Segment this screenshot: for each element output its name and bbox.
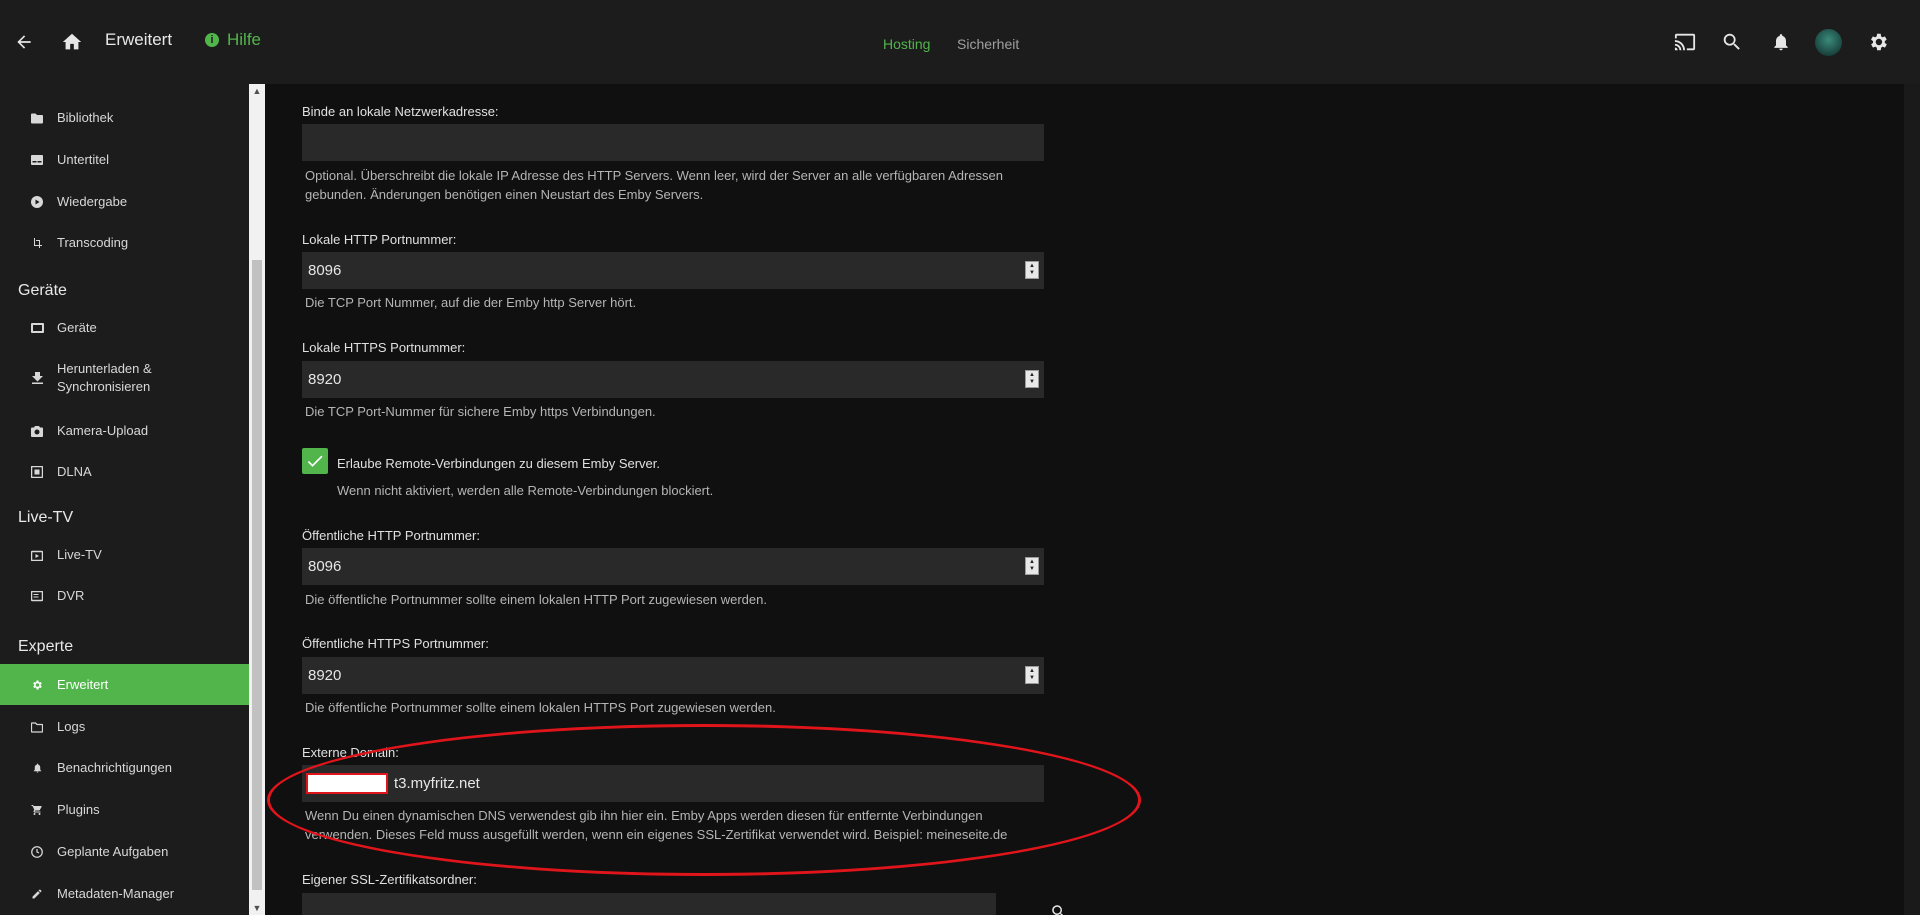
- user-avatar[interactable]: [1815, 29, 1842, 56]
- sidebar-item-kamera-upload[interactable]: Kamera-Upload: [0, 414, 249, 448]
- local-https-port-value: 8920: [308, 371, 342, 388]
- back-button[interactable]: [6, 24, 42, 60]
- camera-icon: [30, 424, 44, 438]
- app-header: Erweitert i Hilfe Hosting Sicherheit: [0, 0, 1920, 84]
- public-http-port-label: Öffentliche HTTP Portnummer:: [302, 528, 480, 543]
- public-http-port-value: 8096: [308, 558, 342, 575]
- spinner-icon[interactable]: ▲ ▼: [1025, 666, 1039, 684]
- sidebar-item-plugins[interactable]: Plugins: [0, 793, 249, 827]
- folder-outline-icon: [30, 720, 44, 734]
- public-https-port-label: Öffentliche HTTPS Portnummer:: [302, 636, 489, 651]
- sidebar-section-experte: Experte: [18, 638, 74, 655]
- search-button[interactable]: [1714, 24, 1750, 60]
- dvr-icon: [30, 589, 44, 603]
- help-link[interactable]: i Hilfe: [205, 30, 261, 50]
- tab-sicherheit[interactable]: Sicherheit: [957, 36, 1019, 52]
- sidebar-item-logs[interactable]: Logs: [0, 710, 249, 744]
- ssl-folder-input[interactable]: [302, 893, 996, 915]
- cast-button[interactable]: [1667, 24, 1703, 60]
- sidebar-item-bibliothek[interactable]: Bibliothek: [0, 101, 249, 135]
- public-https-port-value: 8920: [308, 667, 342, 684]
- tab-hosting[interactable]: Hosting: [883, 36, 930, 52]
- local-http-port-input[interactable]: 8096 ▲ ▼: [302, 252, 1044, 289]
- play-circle-icon: [30, 195, 44, 209]
- hosting-settings-form: Binde an lokale Netzwerkadresse: Optiona…: [265, 84, 1904, 915]
- bell-icon: [30, 761, 44, 775]
- subtitles-icon: [30, 153, 44, 167]
- notifications-button[interactable]: [1763, 24, 1799, 60]
- sidebar-scrollbar[interactable]: ▲ ▼: [249, 84, 265, 915]
- gear-icon: [1871, 33, 1887, 51]
- help-icon: i: [205, 33, 219, 47]
- pencil-icon: [30, 887, 44, 901]
- bind-address-label: Binde an lokale Netzwerkadresse:: [302, 104, 499, 119]
- local-https-port-input[interactable]: 8920 ▲ ▼: [302, 361, 1044, 398]
- external-domain-input[interactable]: t3.myfritz.net: [302, 765, 1044, 802]
- download-icon: [30, 371, 44, 385]
- content-scrollbar[interactable]: [1904, 84, 1920, 915]
- external-domain-value: t3.myfritz.net: [394, 775, 480, 792]
- remote-connections-label[interactable]: Erlaube Remote-Verbindungen zu diesem Em…: [337, 456, 660, 471]
- sidebar-item-live-tv[interactable]: Live-TV: [0, 538, 249, 572]
- sidebar-item-geraete[interactable]: Geräte: [0, 311, 249, 345]
- spinner-icon[interactable]: ▲ ▼: [1025, 261, 1039, 279]
- search-icon: [1052, 905, 1064, 915]
- spinner-icon[interactable]: ▲ ▼: [1025, 370, 1039, 388]
- tv-icon: [30, 548, 44, 562]
- local-http-port-label: Lokale HTTP Portnummer:: [302, 232, 457, 247]
- sidebar-item-dlna[interactable]: DLNA: [0, 455, 249, 489]
- ssl-folder-browse-button[interactable]: [1044, 897, 1074, 915]
- sidebar-item-untertitel[interactable]: Untertitel: [0, 143, 249, 177]
- redaction-box: [306, 773, 388, 794]
- sidebar-item-wiedergabe[interactable]: Wiedergabe: [0, 185, 249, 219]
- transcode-icon: [30, 236, 44, 250]
- page-title: Erweitert: [105, 30, 173, 49]
- public-http-port-input[interactable]: 8096 ▲ ▼: [302, 548, 1044, 585]
- sidebar-section-livetv: Live-TV: [18, 509, 74, 526]
- clock-icon: [30, 845, 44, 859]
- bind-address-description: Optional. Überschreibt die lokale IP Adr…: [305, 168, 1004, 202]
- sidebar-item-erweitert[interactable]: Erweitert: [0, 664, 249, 705]
- public-http-port-description: Die öffentliche Portnummer sollte einem …: [305, 592, 767, 607]
- sidebar: Bibliothek Untertitel Wiedergabe Transco…: [0, 84, 249, 915]
- external-domain-label: Externe Domain:: [302, 745, 399, 760]
- bell-icon: [1774, 34, 1788, 51]
- local-http-port-value: 8096: [308, 262, 342, 279]
- sidebar-item-transcoding[interactable]: Transcoding: [0, 226, 249, 260]
- sidebar-item-geplante-aufgaben[interactable]: Geplante Aufgaben: [0, 835, 249, 869]
- home-icon: [62, 33, 82, 50]
- dlna-icon: [30, 465, 44, 479]
- gear-icon: [30, 678, 44, 692]
- scroll-down-arrow-icon[interactable]: ▼: [249, 901, 265, 915]
- cast-icon: [1674, 33, 1696, 51]
- help-label: Hilfe: [227, 30, 262, 49]
- scroll-up-arrow-icon[interactable]: ▲: [249, 84, 265, 98]
- remote-connections-checkbox[interactable]: [302, 448, 328, 474]
- local-https-port-label: Lokale HTTPS Portnummer:: [302, 340, 466, 355]
- devices-icon: [30, 321, 44, 335]
- sidebar-section-geraete: Geräte: [18, 282, 67, 299]
- bind-address-input[interactable]: [302, 124, 1044, 161]
- sidebar-item-benachrichtigungen[interactable]: Benachrichtigungen: [0, 751, 249, 785]
- folder-icon: [30, 111, 44, 125]
- search-icon: [1723, 33, 1740, 50]
- spinner-icon[interactable]: ▲ ▼: [1025, 557, 1039, 575]
- remote-connections-description: Wenn nicht aktiviert, werden alle Remote…: [337, 483, 714, 498]
- external-domain-description: Wenn Du einen dynamischen DNS verwendest…: [305, 808, 1008, 842]
- public-https-port-description: Die öffentliche Portnummer sollte einem …: [305, 700, 776, 715]
- local-https-port-description: Die TCP Port-Nummer für sichere Emby htt…: [305, 404, 656, 419]
- sidebar-scrollbar-thumb[interactable]: [252, 260, 262, 890]
- back-arrow-icon: [17, 35, 31, 49]
- cart-icon: [30, 803, 44, 817]
- home-button[interactable]: [54, 24, 90, 60]
- checkmark-icon: [307, 455, 323, 467]
- sidebar-item-metadaten-manager[interactable]: Metadaten-Manager: [0, 877, 249, 911]
- sidebar-item-dvr[interactable]: DVR: [0, 579, 249, 613]
- sidebar-item-herunterladen[interactable]: Herunterladen & Synchronisieren: [0, 356, 249, 400]
- ssl-folder-label: Eigener SSL-Zertifikatsordner:: [302, 872, 477, 887]
- local-http-port-description: Die TCP Port Nummer, auf die der Emby ht…: [305, 295, 637, 310]
- public-https-port-input[interactable]: 8920 ▲ ▼: [302, 657, 1044, 694]
- settings-button[interactable]: [1860, 24, 1896, 60]
